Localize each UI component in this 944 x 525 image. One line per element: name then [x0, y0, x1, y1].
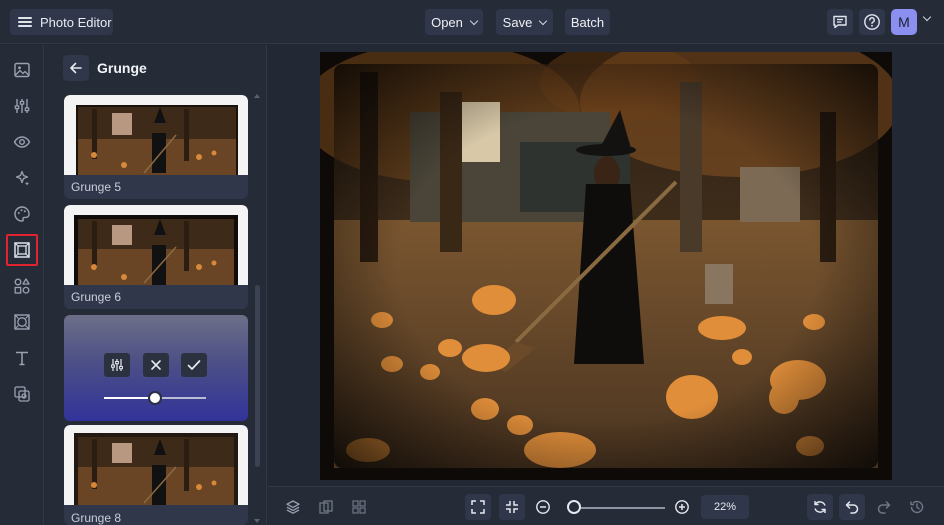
cancel-button[interactable] [143, 353, 169, 377]
chevron-down-icon [539, 16, 548, 25]
canvas-area [268, 45, 944, 485]
rotate-icon [814, 501, 826, 513]
shapes-icon [14, 278, 30, 294]
app-title: Photo Editor [40, 14, 112, 30]
zoom-slider-track[interactable] [569, 507, 665, 509]
frame-item-active[interactable] [64, 315, 248, 421]
save-label: Save [502, 14, 533, 30]
transform-button[interactable] [807, 494, 833, 520]
sliders-icon [111, 359, 123, 371]
shrink-icon [506, 501, 518, 513]
adjustments-icon [14, 99, 30, 113]
palette-icon [14, 206, 30, 222]
text-icon [16, 351, 28, 366]
grid-button[interactable] [346, 494, 372, 520]
bottom-bar: 22% [268, 486, 944, 525]
frames-panel: Grunge Grunge 5 Grunge 6 Grunge 8 [45, 45, 267, 525]
frame-item-label: Grunge 5 [71, 180, 122, 194]
fit-screen-icon [471, 500, 485, 514]
rail-adjust-button[interactable] [8, 92, 36, 120]
layers-icon [286, 500, 300, 514]
scroll-down-arrow[interactable] [254, 519, 260, 523]
fit-to-screen-button[interactable] [465, 494, 491, 520]
actual-size-button[interactable] [499, 494, 525, 520]
chevron-down-icon[interactable] [922, 12, 932, 22]
grid-icon [352, 500, 366, 514]
zoom-out-icon [536, 500, 550, 514]
frame-item-grunge-5[interactable]: Grunge 5 [64, 95, 248, 199]
undo-button[interactable] [839, 494, 865, 520]
zoom-in-button[interactable] [669, 494, 695, 520]
compare-icon [319, 500, 333, 514]
batch-label: Batch [570, 14, 605, 30]
sparkles-icon [15, 170, 30, 186]
zoom-out-button[interactable] [530, 494, 556, 520]
frame-settings-button[interactable] [104, 353, 130, 377]
frame-item-grunge-6[interactable]: Grunge 6 [64, 205, 248, 309]
frame-icon [14, 242, 30, 258]
hamburger-icon [18, 17, 32, 27]
help-icon [864, 14, 880, 30]
rail-artsy-button[interactable] [8, 200, 36, 228]
redo-icon [877, 501, 891, 514]
history-icon [910, 500, 924, 514]
apply-button[interactable] [181, 353, 207, 377]
comment-icon [833, 15, 847, 29]
undo-icon [845, 501, 859, 514]
compare-button[interactable] [313, 494, 339, 520]
open-label: Open [431, 14, 463, 30]
frame-item-label: Grunge 8 [71, 511, 122, 525]
rail-image-button[interactable] [8, 56, 36, 84]
rail-shapes-button[interactable] [8, 272, 36, 300]
panel-scrollbar[interactable] [255, 285, 260, 467]
rail-effects-button[interactable] [8, 164, 36, 192]
layers-button[interactable] [280, 494, 306, 520]
frame-item-label: Grunge 6 [71, 290, 122, 304]
frame-thumbnail [64, 205, 248, 285]
back-button[interactable] [63, 55, 89, 81]
tool-rail [0, 45, 44, 525]
close-icon [151, 360, 161, 370]
arrow-left-icon [70, 62, 82, 74]
rail-text-button[interactable] [8, 344, 36, 372]
top-bar: Photo Editor Open Save Batch M [0, 0, 944, 44]
eye-icon [13, 136, 31, 148]
texture-icon [14, 314, 30, 330]
graphics-icon [14, 386, 30, 402]
photo-canvas[interactable] [320, 52, 892, 480]
help-button[interactable] [859, 9, 885, 35]
check-icon [187, 360, 201, 370]
scroll-up-arrow[interactable] [254, 94, 260, 98]
rail-preview-button[interactable] [8, 128, 36, 156]
witch-photo [320, 52, 892, 480]
zoom-in-icon [675, 500, 689, 514]
frame-thumbnail [64, 95, 248, 175]
chevron-down-icon [469, 16, 479, 25]
save-button[interactable]: Save [496, 9, 553, 35]
frame-thumbnail [64, 425, 248, 505]
rail-graphics-button[interactable] [8, 380, 36, 408]
avatar[interactable]: M [891, 9, 917, 35]
image-icon [14, 62, 30, 78]
rail-frames-button[interactable] [6, 234, 38, 266]
intensity-slider-knob[interactable] [148, 391, 162, 405]
redo-button[interactable] [871, 494, 897, 520]
panel-header: Grunge [63, 55, 147, 81]
feedback-button[interactable] [827, 9, 853, 35]
app-menu-button[interactable]: Photo Editor [10, 9, 113, 35]
panel-title: Grunge [97, 60, 147, 76]
batch-button[interactable]: Batch [565, 9, 610, 35]
zoom-value[interactable]: 22% [701, 495, 749, 519]
rail-textures-button[interactable] [8, 308, 36, 336]
zoom-slider-knob[interactable] [566, 500, 581, 514]
history-button[interactable] [904, 494, 930, 520]
open-button[interactable]: Open [425, 9, 483, 35]
frame-item-grunge-8[interactable]: Grunge 8 [64, 425, 248, 525]
